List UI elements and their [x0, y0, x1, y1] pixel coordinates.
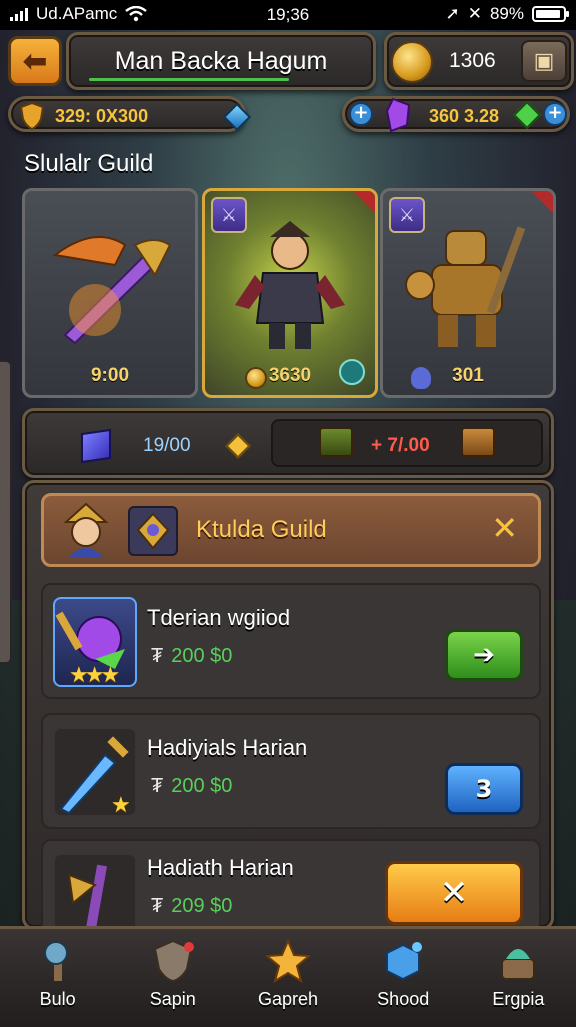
currency-icon: ₮: [151, 775, 164, 797]
green-gem-icon: [512, 100, 542, 130]
exchange-panel: 19/00 + 7/.00: [22, 408, 554, 478]
item-price: ₮ 209 $0: [151, 895, 232, 918]
side-drawer-handle[interactable]: [0, 360, 12, 664]
guild-emblem-icon: [128, 506, 178, 556]
price-value: 209 $0: [171, 895, 233, 917]
item-price: ₮ 200 $0: [151, 645, 232, 668]
exchange-right-value: + 7/.00: [371, 435, 430, 456]
section-title: Slulalr Guild: [24, 150, 154, 177]
shield-icon: [19, 102, 45, 130]
battery-icon: [532, 6, 569, 22]
nav-label: Shood: [377, 989, 430, 1009]
hero-card-warrior[interactable]: ⚔ 3630: [202, 188, 378, 398]
hero-value: 301: [452, 365, 484, 386]
nav-label: Bulo: [39, 989, 76, 1009]
back-button[interactable]: ⬅: [8, 36, 62, 86]
rating-stars: ★★★: [69, 663, 120, 688]
bag-icon: ▣: [533, 48, 555, 74]
title-underline: [89, 78, 289, 81]
nav-label: Ergpia: [492, 989, 545, 1009]
nav-item-bulo[interactable]: Bulo: [0, 929, 115, 1027]
swirl-badge-icon: [339, 359, 365, 385]
cancel-button[interactable]: ✕: [385, 861, 523, 925]
guild-leader-avatar: [63, 502, 109, 558]
inventory-button[interactable]: ▣: [521, 40, 567, 82]
currency-icon: ₮: [151, 645, 164, 667]
add-currency-button[interactable]: +: [349, 102, 373, 126]
list-item: Hadiath Harian ₮ 209 $0 ✕: [41, 839, 541, 943]
arrow-left-icon: ⬅: [22, 43, 48, 79]
gold-shard-icon: [225, 433, 251, 459]
battery-label: 89%: [489, 4, 524, 23]
close-icon[interactable]: ✕: [491, 512, 518, 544]
leaf-chest-icon: [501, 949, 536, 980]
blue-cube-icon: [81, 428, 111, 464]
action-button[interactable]: 3: [445, 763, 523, 815]
resource-right-value: 360 3.28: [429, 106, 500, 126]
price-value: 200 $0: [171, 775, 233, 797]
item-name: Hadiath Harian: [147, 855, 294, 880]
guild-dialog: Ktulda Guild ✕ ★★★ Tderian wgiiod ₮ 200 $…: [22, 480, 554, 943]
gold-value: 1306: [449, 49, 496, 72]
purple-crystal-icon: [385, 97, 411, 133]
list-item: ★★★ Tderian wgiiod ₮ 200 $0 ➔: [41, 583, 541, 699]
arrow-right-icon: ➔: [473, 640, 495, 670]
warrior-hero-icon: [235, 221, 345, 349]
add-gem-button[interactable]: +: [543, 102, 567, 126]
nav-label: Sapin: [149, 989, 196, 1009]
title-bar: Man Backa Hagum: [66, 32, 376, 90]
rating-stars: ★: [111, 793, 131, 818]
treasure-chest-icon: [461, 427, 495, 457]
hero-card-golem[interactable]: ⚔ 301: [380, 188, 556, 398]
list-item: ★ Hadiyials Harian ₮ 200 $0 3: [41, 713, 541, 829]
item-name: Tderian wgiiod: [147, 605, 291, 630]
corner-ribbon: [353, 191, 375, 213]
hammer-icon: [43, 941, 68, 981]
gold-counter: 1306 ▣: [384, 32, 574, 90]
chest-icon: [319, 427, 353, 457]
star-icon: [266, 939, 310, 983]
currency-icon: ₮: [151, 895, 164, 917]
buy-button[interactable]: ➔: [445, 629, 523, 681]
corner-ribbon: [531, 191, 553, 213]
location-icon: ➚: [445, 4, 460, 23]
resource-bar-left: 329: 0X300: [8, 96, 252, 132]
hero-card-dragon[interactable]: 9:00: [22, 188, 198, 398]
golem-hero-icon: [405, 226, 526, 347]
bottom-nav: Bulo Sapin Gapreh Shood Ergpia: [0, 926, 576, 1027]
price-value: 200 $0: [171, 645, 233, 667]
nav-item-shood[interactable]: Shood: [346, 929, 461, 1027]
nav-item-gapreh[interactable]: Gapreh: [230, 929, 345, 1027]
nav-label: Gapreh: [257, 989, 319, 1009]
mute-icon: ✕: [467, 4, 482, 23]
close-icon: ✕: [439, 873, 469, 913]
hero-value: 9:00: [90, 365, 130, 386]
status-bar: Ud.APamc 19;36 ➚ ✕ 89%: [0, 0, 576, 30]
exchange-left-value: 19/00: [143, 435, 191, 456]
item-name: Hadiyials Harian: [147, 735, 308, 760]
crystal-box-icon: [386, 942, 423, 981]
page-title: Man Backa Hagum: [114, 46, 328, 75]
nav-item-sapin[interactable]: Sapin: [115, 929, 230, 1027]
guild-header: Ktulda Guild ✕: [41, 493, 541, 567]
guild-name: Ktulda Guild: [196, 516, 327, 543]
shield-crest-icon: [153, 939, 194, 983]
gold-coin-icon: [391, 41, 433, 83]
resource-left-value: 329: 0X300: [55, 106, 149, 126]
dragon-sword-icon: [52, 236, 172, 345]
nav-item-ergpia[interactable]: Ergpia: [461, 929, 576, 1027]
resource-bar-right: + 360 3.28 +: [342, 96, 570, 133]
item-price: ₮ 200 $0: [151, 775, 232, 798]
